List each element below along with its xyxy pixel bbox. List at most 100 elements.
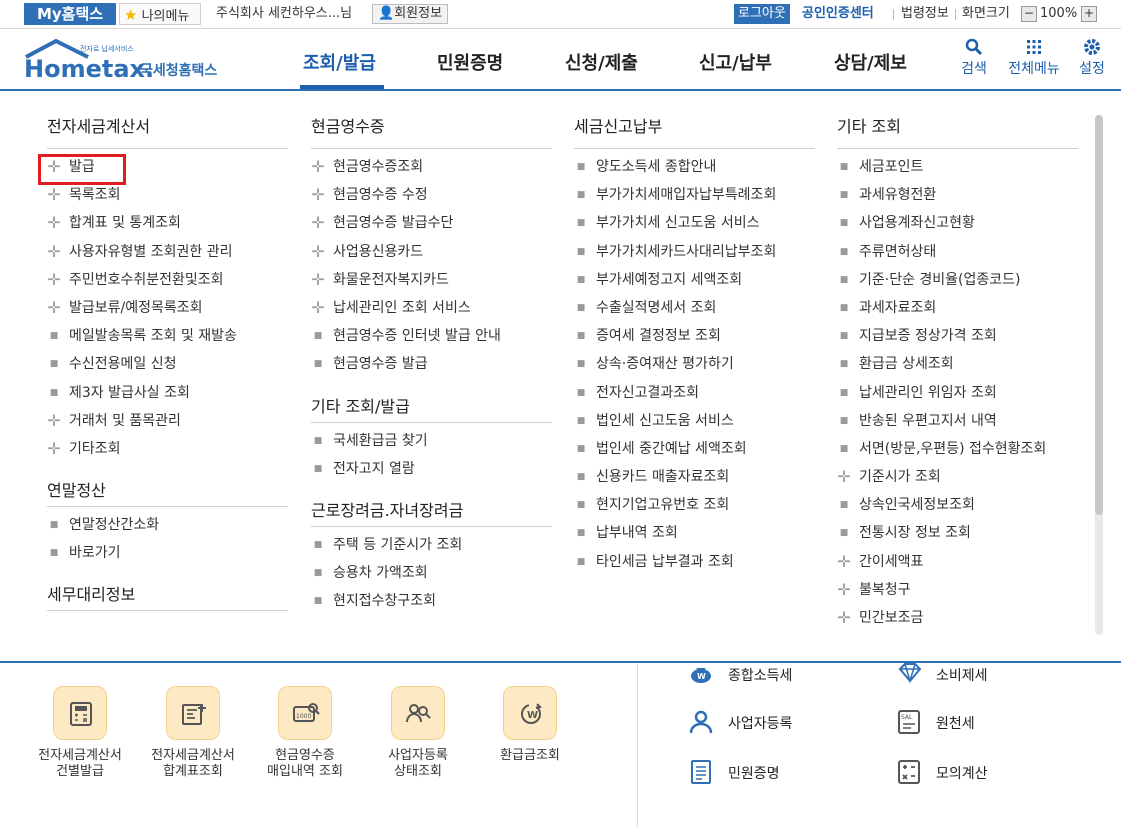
menu-item[interactable]: ■ 신용카드 매출자료조회 — [574, 463, 815, 491]
menu-item[interactable]: ■ 과세자료조회 — [837, 294, 1078, 322]
zoom-in-button[interactable]: + — [1081, 6, 1097, 22]
right-link-icon-wrapper[interactable]: SAL — [896, 708, 924, 740]
quick-link-button[interactable]: W — [503, 686, 557, 740]
section-title[interactable]: 세금신고납부 — [574, 93, 815, 149]
menu-item[interactable]: ✛ 거래처 및 품목관리 — [47, 407, 288, 435]
right-link-label[interactable]: 소비제세 — [936, 665, 988, 685]
menu-item[interactable]: ■ 제3자 발급사실 조회 — [47, 379, 288, 407]
quick-link-label[interactable]: 현금영수증 매입내역 조회 — [250, 748, 360, 780]
right-link-icon-wrapper[interactable] — [896, 758, 924, 790]
menu-item[interactable]: ■ 법인세 중간예납 세액조회 — [574, 435, 815, 463]
section-title[interactable]: 전자세금계산서 — [47, 93, 288, 149]
menu-item[interactable]: ■ 부가가치세카드사대리납부조회 — [574, 238, 815, 266]
menu-item[interactable]: ■ 현금영수증 발급 — [311, 350, 552, 378]
all-menu-button[interactable]: 전체메뉴 — [1005, 38, 1063, 78]
menu-item[interactable]: ■ 주류면허상태 — [837, 238, 1078, 266]
menu-item[interactable]: ■ 서면(방문,우편등) 접수현황조회 — [837, 435, 1078, 463]
menu-item[interactable]: ✛ 현금영수증 수정 — [311, 181, 552, 209]
law-info-link[interactable]: 법령정보 — [901, 3, 949, 25]
menu-item[interactable]: ✛ 현금영수증조회 — [311, 153, 552, 181]
logout-button[interactable]: 로그아웃 — [734, 4, 790, 24]
menu-item[interactable]: ✛ 발급보류/예정목록조회 — [47, 294, 288, 322]
menu-item[interactable]: ■ 반송된 우편고지서 내역 — [837, 407, 1078, 435]
quick-link-button[interactable]: 1000 — [278, 686, 332, 740]
menu-item[interactable]: ■ 타인세금 납부결과 조회 — [574, 548, 815, 576]
menu-item[interactable]: ■ 승용차 가액조회 — [311, 559, 552, 587]
section-title[interactable]: 기타 조회/발급 — [311, 379, 552, 423]
right-link-label[interactable]: 모의계산 — [936, 763, 988, 783]
menu-item[interactable]: ■ 국세환급금 찾기 — [311, 427, 552, 455]
right-link-label[interactable]: 사업자등록 — [728, 713, 792, 733]
right-link-label[interactable]: 원천세 — [936, 713, 975, 733]
menu-item[interactable]: ■ 전통시장 정보 조회 — [837, 519, 1078, 547]
right-link-icon-wrapper[interactable] — [688, 758, 716, 790]
nav-tab-apply-submit[interactable]: 신청/제출 — [565, 49, 638, 75]
scrollbar-thumb[interactable] — [1095, 115, 1103, 515]
right-link-icon-wrapper[interactable] — [688, 708, 716, 740]
quick-link-button[interactable] — [53, 686, 107, 740]
right-link-label[interactable]: 종합소득세 — [728, 665, 792, 685]
menu-item[interactable]: ■ 전자신고결과조회 — [574, 379, 815, 407]
menu-item[interactable]: ■ 연말정산간소화 — [47, 511, 288, 539]
menu-item[interactable]: ■ 부가세예정고지 세액조회 — [574, 266, 815, 294]
zoom-out-button[interactable]: − — [1021, 6, 1037, 22]
section-title[interactable]: 현금영수증 — [311, 93, 552, 149]
section-title[interactable]: 기타 조회 — [837, 93, 1078, 149]
menu-item[interactable]: ✛ 납세관리인 조회 서비스 — [311, 294, 552, 322]
menu-item[interactable]: ■ 납세관리인 위임자 조회 — [837, 379, 1078, 407]
menu-item[interactable]: ■ 세금포인트 — [837, 153, 1078, 181]
menu-item[interactable]: ■ 현지접수창구조회 — [311, 587, 552, 615]
right-link-icon-wrapper[interactable]: W — [688, 660, 716, 692]
nav-tab-inquiry-issue[interactable]: 조회/발급 — [303, 49, 376, 75]
menu-item[interactable]: ■ 수신전용메일 신청 — [47, 350, 288, 378]
menu-item[interactable]: ✛ 불복청구 — [837, 576, 1078, 604]
menu-item[interactable]: ✛ 현금영수증 발급수단 — [311, 209, 552, 237]
menu-item[interactable]: ✛ 화물운전자복지카드 — [311, 266, 552, 294]
nav-tab-report-pay[interactable]: 신고/납부 — [699, 49, 772, 75]
menu-item[interactable]: ■ 양도소득세 종합안내 — [574, 153, 815, 181]
menu-item[interactable]: ■ 지급보증 정상가격 조회 — [837, 322, 1078, 350]
menu-item[interactable]: ✛ 민간보조금 — [837, 604, 1078, 632]
quick-link-label[interactable]: 환급금조회 — [475, 748, 585, 764]
section-title[interactable]: 연말정산 — [47, 463, 288, 508]
my-menu-button[interactable]: ★ 나의메뉴 — [119, 3, 201, 25]
quick-link-label[interactable]: 전자세금계산서 합계표조회 — [138, 748, 248, 780]
nav-tab-certificates[interactable]: 민원증명 — [437, 49, 503, 75]
nav-tab-consult-report[interactable]: 상담/제보 — [834, 49, 907, 75]
menu-item[interactable]: ■ 전자고지 열람 — [311, 455, 552, 483]
right-link-label[interactable]: 민원증명 — [728, 763, 780, 783]
menu-item[interactable]: ■ 납부내역 조회 — [574, 519, 815, 547]
section-title[interactable]: 세무대리정보 — [47, 567, 288, 612]
menu-item[interactable]: ■ 현지기업고유번호 조회 — [574, 491, 815, 519]
quick-link-label[interactable]: 전자세금계산서 건별발급 — [25, 748, 135, 780]
menu-item[interactable]: ✛ 합계표 및 통계조회 — [47, 209, 288, 237]
menu-item[interactable]: ✛ 주민번호수취분전환및조회 — [47, 266, 288, 294]
menu-item[interactable]: ■ 법인세 신고도움 서비스 — [574, 407, 815, 435]
menu-item[interactable]: ■ 메일발송목록 조회 및 재발송 — [47, 322, 288, 350]
menu-item[interactable]: ■ 현금영수증 인터넷 발급 안내 — [311, 322, 552, 350]
hometax-logo[interactable]: 전자로 납세서비스 Hometax. 국세청홈택스 — [22, 37, 232, 83]
section-title[interactable]: 근로장려금.자녀장려금 — [311, 483, 552, 527]
member-info-button[interactable]: 👤회원정보 — [372, 4, 449, 24]
search-button[interactable]: 검색 — [958, 38, 990, 78]
menu-item[interactable]: ■ 과세유형전환 — [837, 181, 1078, 209]
quick-link-label[interactable]: 사업자등록 상태조회 — [363, 748, 473, 780]
menu-item[interactable]: ■ 수출실적명세서 조회 — [574, 294, 815, 322]
menu-item[interactable]: ■ 증여세 결정정보 조회 — [574, 322, 815, 350]
right-link-icon-wrapper[interactable] — [896, 660, 924, 692]
my-hometax-button[interactable]: My홈택스 — [24, 3, 116, 25]
menu-item[interactable]: ■ 사업용계좌신고현황 — [837, 209, 1078, 237]
menu-item[interactable]: ■ 환급금 상세조회 — [837, 350, 1078, 378]
quick-link-button[interactable] — [391, 686, 445, 740]
quick-link-button[interactable] — [166, 686, 220, 740]
menu-item[interactable]: ✛ 기타조회 — [47, 435, 288, 463]
menu-item[interactable]: ✛ 사업용신용카드 — [311, 238, 552, 266]
menu-item[interactable]: ✛ 사용자유형별 조회권한 관리 — [47, 238, 288, 266]
menu-item[interactable]: ✛ 간이세액표 — [837, 548, 1078, 576]
cert-center-link[interactable]: 공인인증센터 — [802, 3, 874, 25]
menu-item[interactable]: ■ 부가가치세 신고도움 서비스 — [574, 209, 815, 237]
settings-button[interactable]: 설정 — [1075, 38, 1109, 78]
menu-item[interactable]: ■ 상속·증여재산 평가하기 — [574, 350, 815, 378]
menu-item[interactable]: ■ 기준·단순 경비율(업종코드) — [837, 266, 1078, 294]
menu-item[interactable]: ✛ 기준시가 조회 — [837, 463, 1078, 491]
